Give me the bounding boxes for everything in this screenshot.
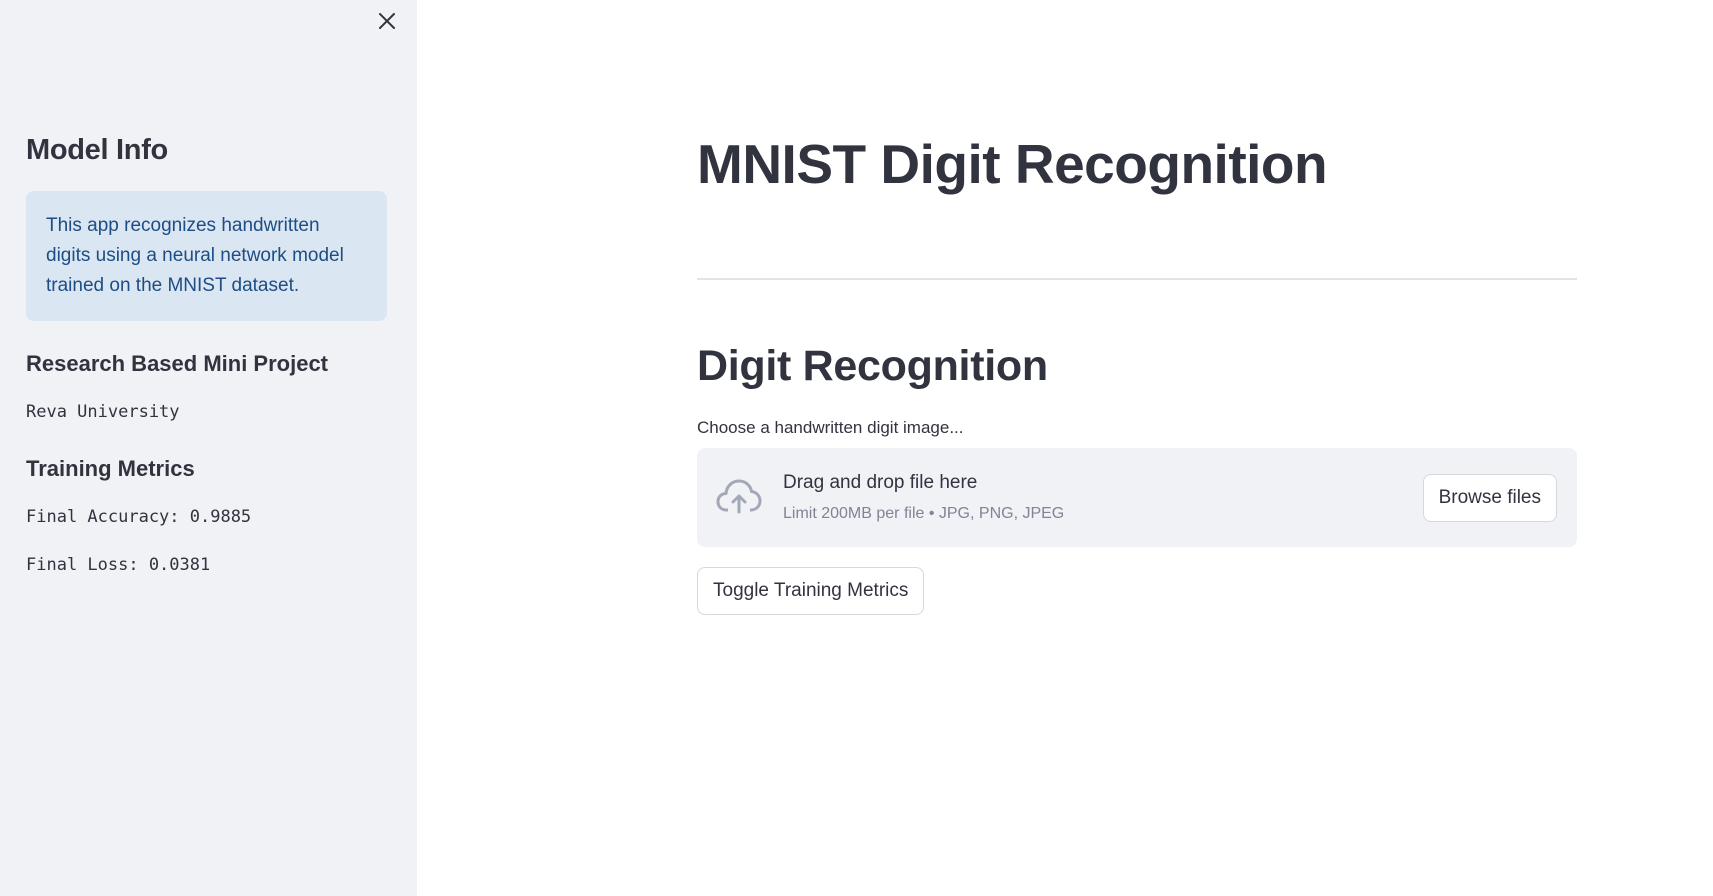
section-title: Digit Recognition <box>697 342 1048 390</box>
divider <box>697 278 1577 280</box>
main-content: MNIST Digit Recognition Digit Recognitio… <box>417 0 1713 896</box>
close-icon <box>379 13 395 29</box>
cloud-upload-icon <box>716 479 762 514</box>
final-accuracy-text: Final Accuracy: 0.9885 <box>26 507 252 527</box>
browse-files-button[interactable]: Browse files <box>1422 474 1557 522</box>
sidebar-heading: Model Info <box>26 134 168 166</box>
dropzone-title: Drag and drop file here <box>783 472 978 493</box>
university-text: Reva University <box>26 402 180 422</box>
dropzone-limit: Limit 200MB per file • JPG, PNG, JPEG <box>783 505 1065 522</box>
file-dropzone[interactable]: Drag and drop file here Limit 200MB per … <box>697 448 1577 547</box>
app-root: Model Info This app recognizes handwritt… <box>0 0 1713 896</box>
close-sidebar-button[interactable] <box>372 6 402 36</box>
metrics-title: Training Metrics <box>26 456 195 481</box>
page-title: MNIST Digit Recognition <box>697 133 1328 195</box>
sidebar: Model Info This app recognizes handwritt… <box>0 0 417 896</box>
toggle-training-metrics-button[interactable]: Toggle Training Metrics <box>697 567 925 615</box>
uploader-label: Choose a handwritten digit image... <box>697 418 964 437</box>
project-title: Research Based Mini Project <box>26 351 329 376</box>
final-loss-text: Final Loss: 0.0381 <box>26 555 211 575</box>
info-alert: This app recognizes handwritten digits u… <box>26 191 387 321</box>
info-text: This app recognizes handwritten digits u… <box>46 215 344 296</box>
